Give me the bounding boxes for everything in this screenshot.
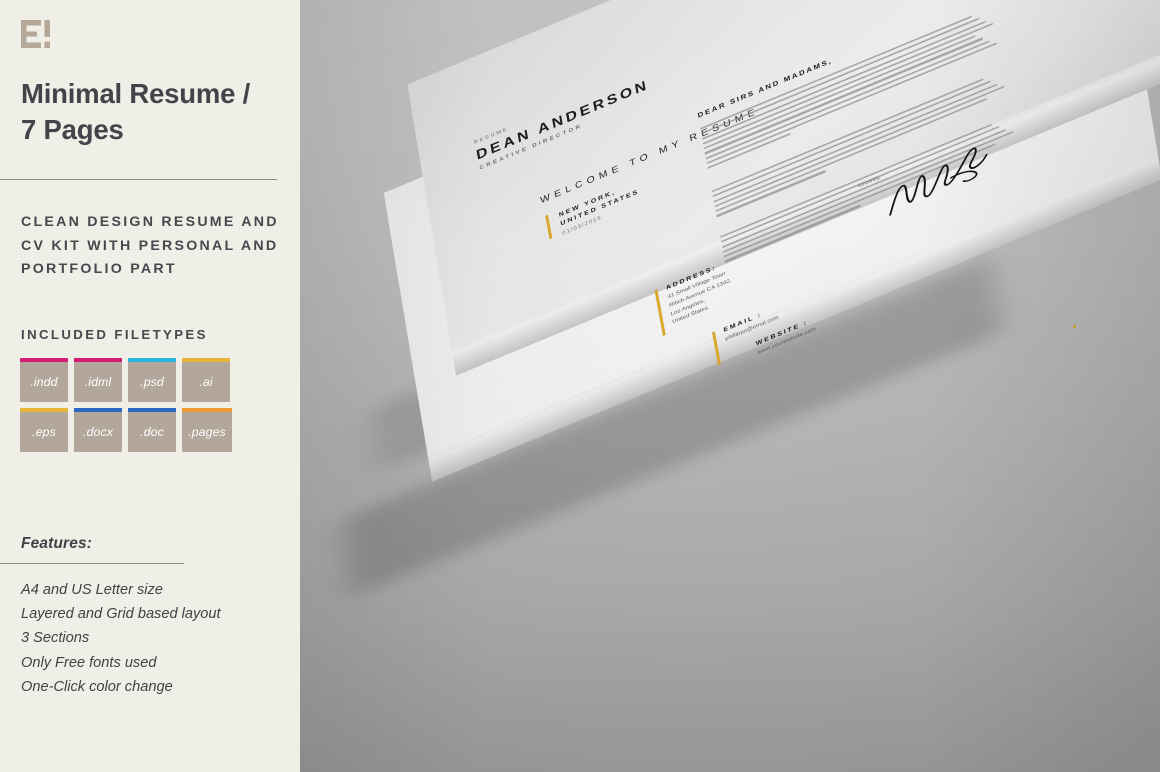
product-preview-page: Minimal Resume / 7 Pages CLEAN DESIGN RE… xyxy=(0,0,1160,772)
feature-item: A4 and US Letter size xyxy=(21,582,163,598)
filetype-badge-label: .pages xyxy=(188,425,226,439)
filetype-badge-indd: .indd xyxy=(20,358,68,402)
filetype-badge-ai: .ai xyxy=(182,358,230,402)
filetype-badge-list: .indd .idml .psd .ai .eps .docx .doc .pages xyxy=(20,358,282,452)
filetype-badge-doc: .doc xyxy=(128,408,176,452)
filetype-badge-idml: .idml xyxy=(74,358,122,402)
filetype-badge-label: .ai xyxy=(199,375,213,389)
e-exclamation-logo-icon xyxy=(20,19,52,51)
features-list: A4 and US Letter size Layered and Grid ba… xyxy=(21,578,289,699)
page-corner-dot xyxy=(1073,325,1076,328)
filetype-badge-pages: .pages xyxy=(182,408,232,452)
filetypes-heading: INCLUDED FILETYPES xyxy=(21,327,208,342)
features-heading: Features: xyxy=(21,535,93,552)
filetype-badge-label: .eps xyxy=(32,425,56,439)
filetype-badge-docx: .docx xyxy=(74,408,122,452)
feature-item: Only Free fonts used xyxy=(21,654,157,671)
filetype-badge-label: .indd xyxy=(30,375,58,389)
features-divider xyxy=(0,563,184,564)
feature-item: 3 Sections xyxy=(21,630,90,647)
feature-item: One-Click color change xyxy=(21,678,173,695)
paper-stacks xyxy=(300,0,1160,772)
filetype-badge-label: .doc xyxy=(140,425,164,439)
title-divider xyxy=(0,179,277,180)
filetype-badge-eps: .eps xyxy=(20,408,68,452)
filetype-badge-label: .idml xyxy=(84,375,112,389)
product-subtitle: CLEAN DESIGN RESUME AND CV KIT WITH PERS… xyxy=(21,214,279,278)
page-title-line-2: 7 Pages xyxy=(21,114,124,146)
info-sidebar: Minimal Resume / 7 Pages CLEAN DESIGN RE… xyxy=(0,0,300,772)
filetype-badge-label: .psd xyxy=(140,375,164,389)
resume-mockup-scene xyxy=(300,0,1160,772)
filetype-badge-label: .docx xyxy=(83,425,113,439)
feature-item: Layered and Grid based layout xyxy=(21,606,221,623)
page-title: Minimal Resume / 7 Pages xyxy=(21,76,283,149)
filetype-badge-psd: .psd xyxy=(128,358,176,402)
page-title-line-1: Minimal Resume / xyxy=(21,78,251,109)
